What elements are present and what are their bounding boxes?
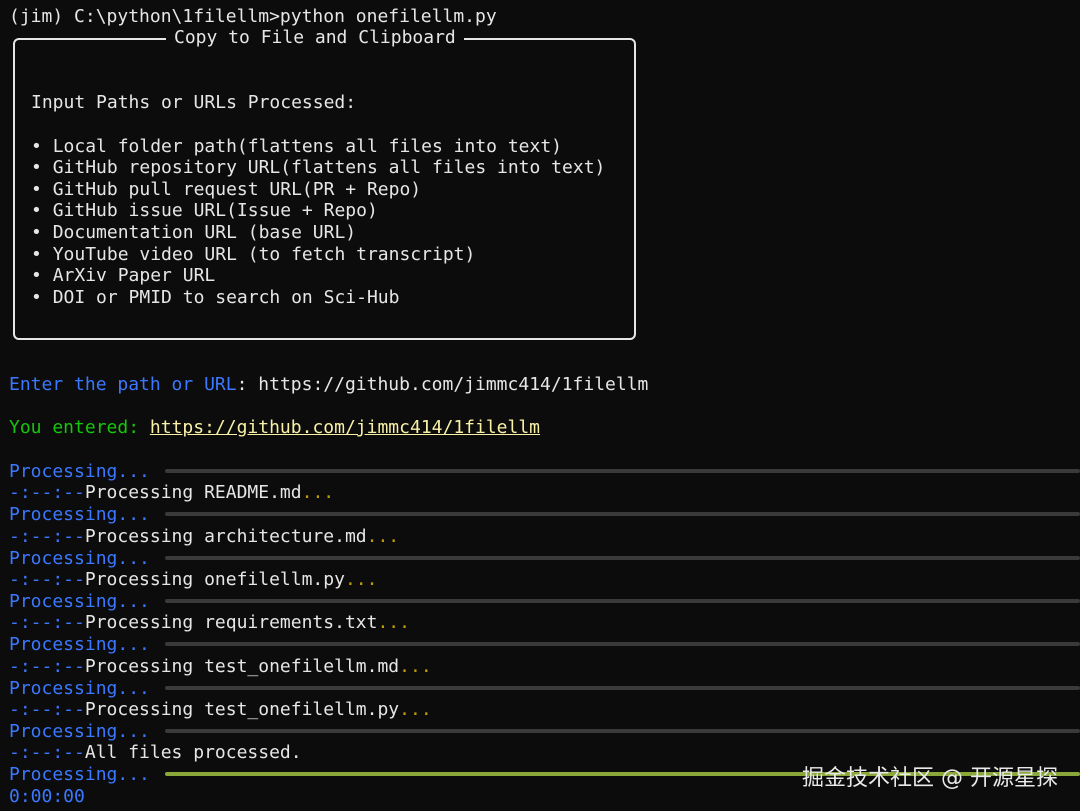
- list-item-text: Documentation URL (base URL): [52, 222, 357, 243]
- list-item-text: Local folder path(flattens all files int…: [52, 136, 563, 157]
- log-line: -:--:--Processing test_onefilellm.py...: [9, 699, 432, 721]
- log-line: -:--:--Processing test_onefilellm.md...: [9, 656, 432, 678]
- log-line: -:--:--All files processed.: [9, 742, 302, 764]
- url-input-value[interactable]: https://github.com/jimmc414/1filellm: [258, 374, 648, 395]
- log-text: All files processed.: [84, 742, 302, 763]
- elapsed-time: -:--:--: [9, 569, 85, 590]
- log-text: Processing test_onefilellm.py: [84, 699, 400, 720]
- panel-heading: Input Paths or URLs Processed:: [31, 92, 357, 113]
- log-dots: ...: [399, 656, 432, 677]
- log-line: -:--:--Processing architecture.md...: [9, 526, 399, 548]
- bullet: •: [31, 244, 42, 265]
- bullet: •: [31, 287, 42, 308]
- log-dots: ...: [366, 526, 400, 547]
- log-dots: ...: [377, 612, 410, 633]
- bullet: •: [31, 157, 42, 178]
- log-dots: ...: [399, 699, 432, 720]
- list-item-text: GitHub repository URL(flattens all files…: [52, 157, 606, 178]
- watermark: 掘金技术社区 @ 开源星探: [802, 766, 1058, 791]
- list-item: • DOI or PMID to search on Sci-Hub: [31, 287, 399, 309]
- log-text: Processing README.md: [84, 482, 302, 503]
- progress-bar: [165, 729, 1080, 733]
- progress-bar: [165, 642, 1080, 646]
- processing-label: Processing...: [9, 591, 150, 612]
- bullet: •: [31, 179, 42, 200]
- command-prompt: (jim) C:\python\1filellm>python onefilel…: [9, 6, 497, 27]
- elapsed-time: -:--:--: [9, 526, 85, 547]
- processing-label: Processing...: [9, 548, 150, 569]
- log-text: Processing onefilellm.py: [84, 569, 345, 590]
- list-item-text: DOI or PMID to search on Sci-Hub: [52, 287, 400, 308]
- processing-label: Processing...: [9, 678, 150, 699]
- input-prompt-label: Enter the path or URL: [9, 374, 237, 395]
- confirmation-line: You entered: https://github.com/jimmc414…: [9, 417, 540, 439]
- list-item-text: ArXiv Paper URL: [52, 265, 216, 286]
- log-dots: ...: [344, 569, 378, 590]
- log-dots: ...: [301, 482, 335, 503]
- progress-bar: [165, 686, 1080, 690]
- elapsed-time: -:--:--: [9, 656, 85, 677]
- elapsed-time: -:--:--: [9, 482, 85, 503]
- input-separator: :: [236, 374, 248, 395]
- log-text: Processing test_onefilellm.md: [84, 656, 400, 677]
- list-item: • Documentation URL (base URL): [31, 222, 356, 244]
- progress-bar: [165, 556, 1080, 560]
- list-item-text: YouTube video URL (to fetch transcript): [52, 244, 476, 265]
- entered-url-link[interactable]: https://github.com/jimmc414/1filellm: [150, 417, 540, 438]
- log-line: -:--:--Processing README.md...: [9, 482, 334, 504]
- list-item: • GitHub issue URL(Issue + Repo): [31, 200, 378, 222]
- bullet: •: [31, 136, 42, 157]
- log-text: Processing requirements.txt: [84, 612, 378, 633]
- elapsed-time: -:--:--: [9, 742, 85, 763]
- progress-bar: [165, 469, 1080, 473]
- list-item: • GitHub repository URL(flattens all fil…: [31, 157, 605, 179]
- log-text: Processing architecture.md: [84, 526, 367, 547]
- processing-label: Processing...: [9, 764, 150, 785]
- list-item: • GitHub pull request URL(PR + Repo): [31, 179, 421, 201]
- elapsed-time: -:--:--: [9, 699, 85, 720]
- list-item-text: GitHub issue URL(Issue + Repo): [52, 200, 378, 221]
- processing-label: Processing...: [9, 634, 150, 655]
- list-item: • ArXiv Paper URL: [31, 265, 215, 287]
- url-input-line[interactable]: Enter the path or URL: https://github.co…: [9, 374, 648, 396]
- log-line: -:--:--Processing onefilellm.py...: [9, 569, 377, 591]
- panel-title: Copy to File and Clipboard: [166, 27, 464, 49]
- list-item-text: GitHub pull request URL(PR + Repo): [52, 179, 422, 200]
- processing-label: Processing...: [9, 461, 150, 482]
- elapsed-time: -:--:--: [9, 612, 85, 633]
- list-item: • YouTube video URL (to fetch transcript…: [31, 244, 475, 266]
- bullet: •: [31, 222, 42, 243]
- progress-bar: [165, 599, 1080, 603]
- bullet: •: [31, 265, 42, 286]
- log-line: -:--:--Processing requirements.txt...: [9, 612, 410, 634]
- final-elapsed-time: 0:00:00: [9, 786, 85, 807]
- bullet: •: [31, 200, 42, 221]
- progress-bar: [165, 512, 1080, 516]
- list-item: • Local folder path(flattens all files i…: [31, 136, 562, 158]
- confirm-label: You entered:: [9, 417, 140, 438]
- processing-label: Processing...: [9, 721, 150, 742]
- processing-label: Processing...: [9, 504, 150, 525]
